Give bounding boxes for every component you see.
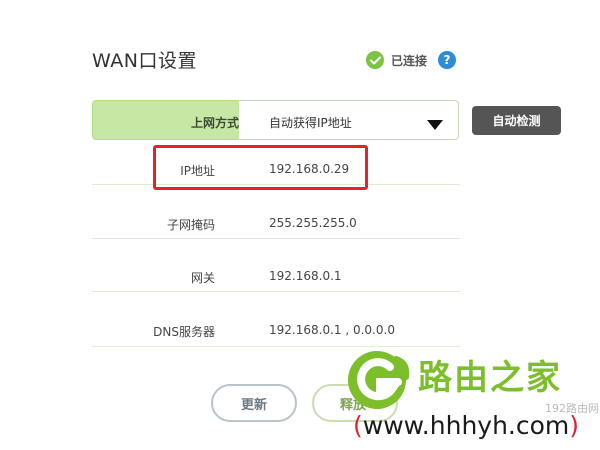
subnet-mask-label: 子网掩码	[166, 218, 215, 232]
gateway-value: 192.168.0.1	[269, 269, 342, 283]
wan-type-row: 上网方式 自动获得IP地址	[92, 100, 459, 140]
watermark-brand: 路由之家	[418, 358, 562, 398]
status-text: 已连接	[391, 53, 428, 68]
dns-server-value: 192.168.0.1 , 0.0.0.0	[269, 323, 395, 337]
row-divider	[92, 291, 460, 292]
wan-type-select[interactable]: 自动获得IP地址	[239, 100, 459, 140]
help-icon[interactable]: ?	[438, 51, 456, 69]
gateway-label: 网关	[190, 271, 215, 285]
page-title: WAN口设置	[92, 50, 197, 72]
dns-server-label: DNS服务器	[153, 325, 215, 339]
refresh-button[interactable]: 更新	[211, 384, 297, 422]
subnet-mask-value: 255.255.255.0	[269, 216, 357, 230]
wan-type-label-cell: 上网方式	[92, 100, 239, 140]
row-divider	[92, 238, 460, 239]
wan-type-selected: 自动获得IP地址	[269, 116, 352, 130]
watermark-logo-icon	[346, 349, 414, 415]
caret-down-icon	[427, 115, 443, 134]
watermark-paren-close: )	[569, 411, 580, 440]
check-circle-icon	[366, 51, 384, 69]
watermark-url: (www.hhhyh.com)	[353, 411, 579, 440]
ip-highlight-annotation	[153, 145, 368, 190]
watermark-url-text: www.hhhyh.com	[362, 411, 570, 440]
row-divider	[92, 346, 460, 347]
wan-type-label: 上网方式	[190, 116, 239, 130]
connection-status: 已连接	[366, 51, 427, 69]
auto-detect-button[interactable]: 自动检测	[472, 106, 561, 135]
watermark-paren-open: (	[353, 411, 363, 440]
